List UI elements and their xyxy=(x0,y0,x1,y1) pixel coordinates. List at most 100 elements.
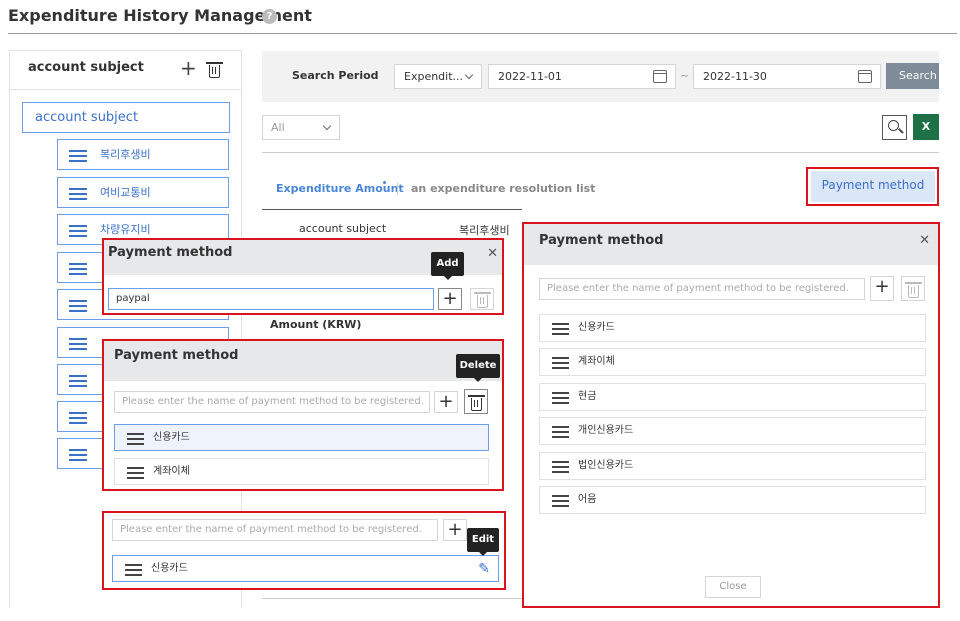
table-header-account: account subject xyxy=(299,222,387,235)
list-item-label: 신용카드 xyxy=(578,322,615,333)
drag-handle-icon[interactable] xyxy=(69,375,87,390)
tree-item-label: 여비교통비 xyxy=(100,186,151,199)
close-icon[interactable]: ✕ xyxy=(919,233,930,248)
popup-title: Payment method xyxy=(104,341,502,381)
drag-handle-icon[interactable] xyxy=(552,392,569,407)
payment-method-input[interactable]: Please enter the name of payment method … xyxy=(114,391,430,413)
list-item-label: 신용카드 xyxy=(151,563,188,574)
drag-handle-icon[interactable] xyxy=(69,225,87,240)
payment-method-input[interactable]: Please enter the name of payment method … xyxy=(539,278,865,300)
tab-separator xyxy=(397,183,398,195)
trash-icon xyxy=(206,62,223,78)
list-item[interactable]: 계좌이체 xyxy=(114,458,489,485)
tree-item-label: 복리후생비 xyxy=(100,148,151,161)
drag-handle-icon[interactable] xyxy=(69,263,87,278)
divider xyxy=(262,152,939,153)
drag-handle-icon[interactable] xyxy=(552,495,569,510)
list-item[interactable]: 어음 xyxy=(539,486,926,514)
tab-expenditure-resolution-list[interactable]: an expenditure resolution list xyxy=(411,182,595,195)
title-divider xyxy=(8,33,957,34)
list-item-label: 어음 xyxy=(578,494,597,505)
add-button[interactable]: + xyxy=(438,288,462,310)
payment-method-edit-popup: Please enter the name of payment method … xyxy=(102,511,506,590)
date-to-input[interactable]: 2022-11-30 xyxy=(693,64,881,89)
delete-button[interactable] xyxy=(901,276,925,301)
excel-export-icon[interactable]: X xyxy=(913,114,939,140)
table-top-rule xyxy=(262,209,522,210)
search-icon-button[interactable] xyxy=(882,115,907,140)
drag-handle-icon[interactable] xyxy=(552,461,569,476)
period-type-select[interactable]: Expendit... xyxy=(394,64,482,89)
add-subject-plus-icon[interactable]: + xyxy=(180,58,197,78)
date-separator: ~ xyxy=(680,69,690,82)
help-icon[interactable]: ? xyxy=(262,9,277,24)
payment-method-list-popup: Payment method ✕ Please enter the name o… xyxy=(522,222,940,608)
chevron-down-icon xyxy=(322,121,332,131)
drag-handle-icon[interactable] xyxy=(69,449,87,464)
amount-label: Amount (KRW) xyxy=(270,318,362,331)
tree-item-welfare[interactable]: 복리후생비 xyxy=(57,139,229,170)
list-item[interactable]: 계좌이체 xyxy=(539,348,926,376)
list-item-label: 법인신용카드 xyxy=(578,460,634,471)
search-button[interactable]: Search xyxy=(886,63,939,89)
drag-handle-icon[interactable] xyxy=(127,433,144,448)
add-button[interactable]: + xyxy=(870,276,894,301)
table-header-value: 복리후생비 xyxy=(459,224,510,237)
payment-method-input[interactable]: paypal xyxy=(108,288,434,310)
delete-button[interactable] xyxy=(464,389,488,414)
list-item-label: 현금 xyxy=(578,391,597,402)
list-item-editing[interactable]: 신용카드 ✎ xyxy=(112,555,499,582)
list-item-label: 계좌이체 xyxy=(578,356,615,367)
drag-handle-icon[interactable] xyxy=(69,150,87,165)
popup-title: Payment method xyxy=(524,224,938,265)
period-type-value: Expendit... xyxy=(404,70,464,83)
date-to-value: 2022-11-30 xyxy=(703,70,767,83)
delete-tooltip: Delete xyxy=(456,354,500,382)
drag-handle-icon[interactable] xyxy=(552,357,569,372)
search-period-label: Search Period xyxy=(292,69,379,82)
drag-handle-icon[interactable] xyxy=(552,426,569,441)
add-button[interactable]: + xyxy=(443,519,467,541)
drag-handle-icon[interactable] xyxy=(125,564,142,579)
payment-method-input[interactable]: Please enter the name of payment method … xyxy=(112,519,438,541)
active-dot-icon xyxy=(383,181,386,184)
drag-handle-icon[interactable] xyxy=(552,323,569,338)
list-item-label: 계좌이체 xyxy=(153,466,190,477)
date-from-input[interactable]: 2022-11-01 xyxy=(488,64,676,89)
filter-select[interactable]: All xyxy=(262,115,340,140)
close-icon[interactable]: ✕ xyxy=(487,246,498,261)
list-item[interactable]: 개인신용카드 xyxy=(539,417,926,445)
pencil-icon[interactable]: ✎ xyxy=(478,557,490,582)
list-item[interactable]: 법인신용카드 xyxy=(539,452,926,480)
calendar-icon[interactable] xyxy=(858,70,872,83)
edit-tooltip: Edit xyxy=(467,528,499,556)
calendar-icon[interactable] xyxy=(653,70,667,83)
add-button[interactable]: + xyxy=(434,391,458,413)
list-item[interactable]: 신용카드 xyxy=(539,314,926,342)
table-bottom-rule xyxy=(262,598,522,599)
date-from-value: 2022-11-01 xyxy=(498,70,562,83)
tree-root-account-subject[interactable]: account subject xyxy=(22,102,230,133)
list-item-label: 개인신용카드 xyxy=(578,425,634,436)
panel-divider xyxy=(9,89,242,90)
delete-button[interactable] xyxy=(470,288,494,310)
trash-icon xyxy=(474,292,491,308)
list-item[interactable]: 현금 xyxy=(539,383,926,411)
panel-title: account subject xyxy=(28,60,144,75)
drag-handle-icon[interactable] xyxy=(69,338,87,353)
list-item-label: 신용카드 xyxy=(153,432,190,443)
tree-item-travel[interactable]: 여비교통비 xyxy=(57,177,229,208)
payment-method-delete-popup: Payment method Please enter the name of … xyxy=(102,339,504,491)
payment-method-button[interactable]: Payment method xyxy=(811,171,935,202)
list-item-selected[interactable]: 신용카드 xyxy=(114,424,489,451)
chevron-down-icon xyxy=(464,70,474,80)
close-button[interactable]: Close xyxy=(705,576,761,598)
trash-icon xyxy=(905,282,922,298)
drag-handle-icon[interactable] xyxy=(69,300,87,315)
drag-handle-icon[interactable] xyxy=(69,188,87,203)
filter-value: All xyxy=(271,121,285,134)
trash-icon xyxy=(468,395,485,411)
drag-handle-icon[interactable] xyxy=(127,467,144,482)
delete-subject-button[interactable] xyxy=(206,60,224,78)
drag-handle-icon[interactable] xyxy=(69,412,87,427)
